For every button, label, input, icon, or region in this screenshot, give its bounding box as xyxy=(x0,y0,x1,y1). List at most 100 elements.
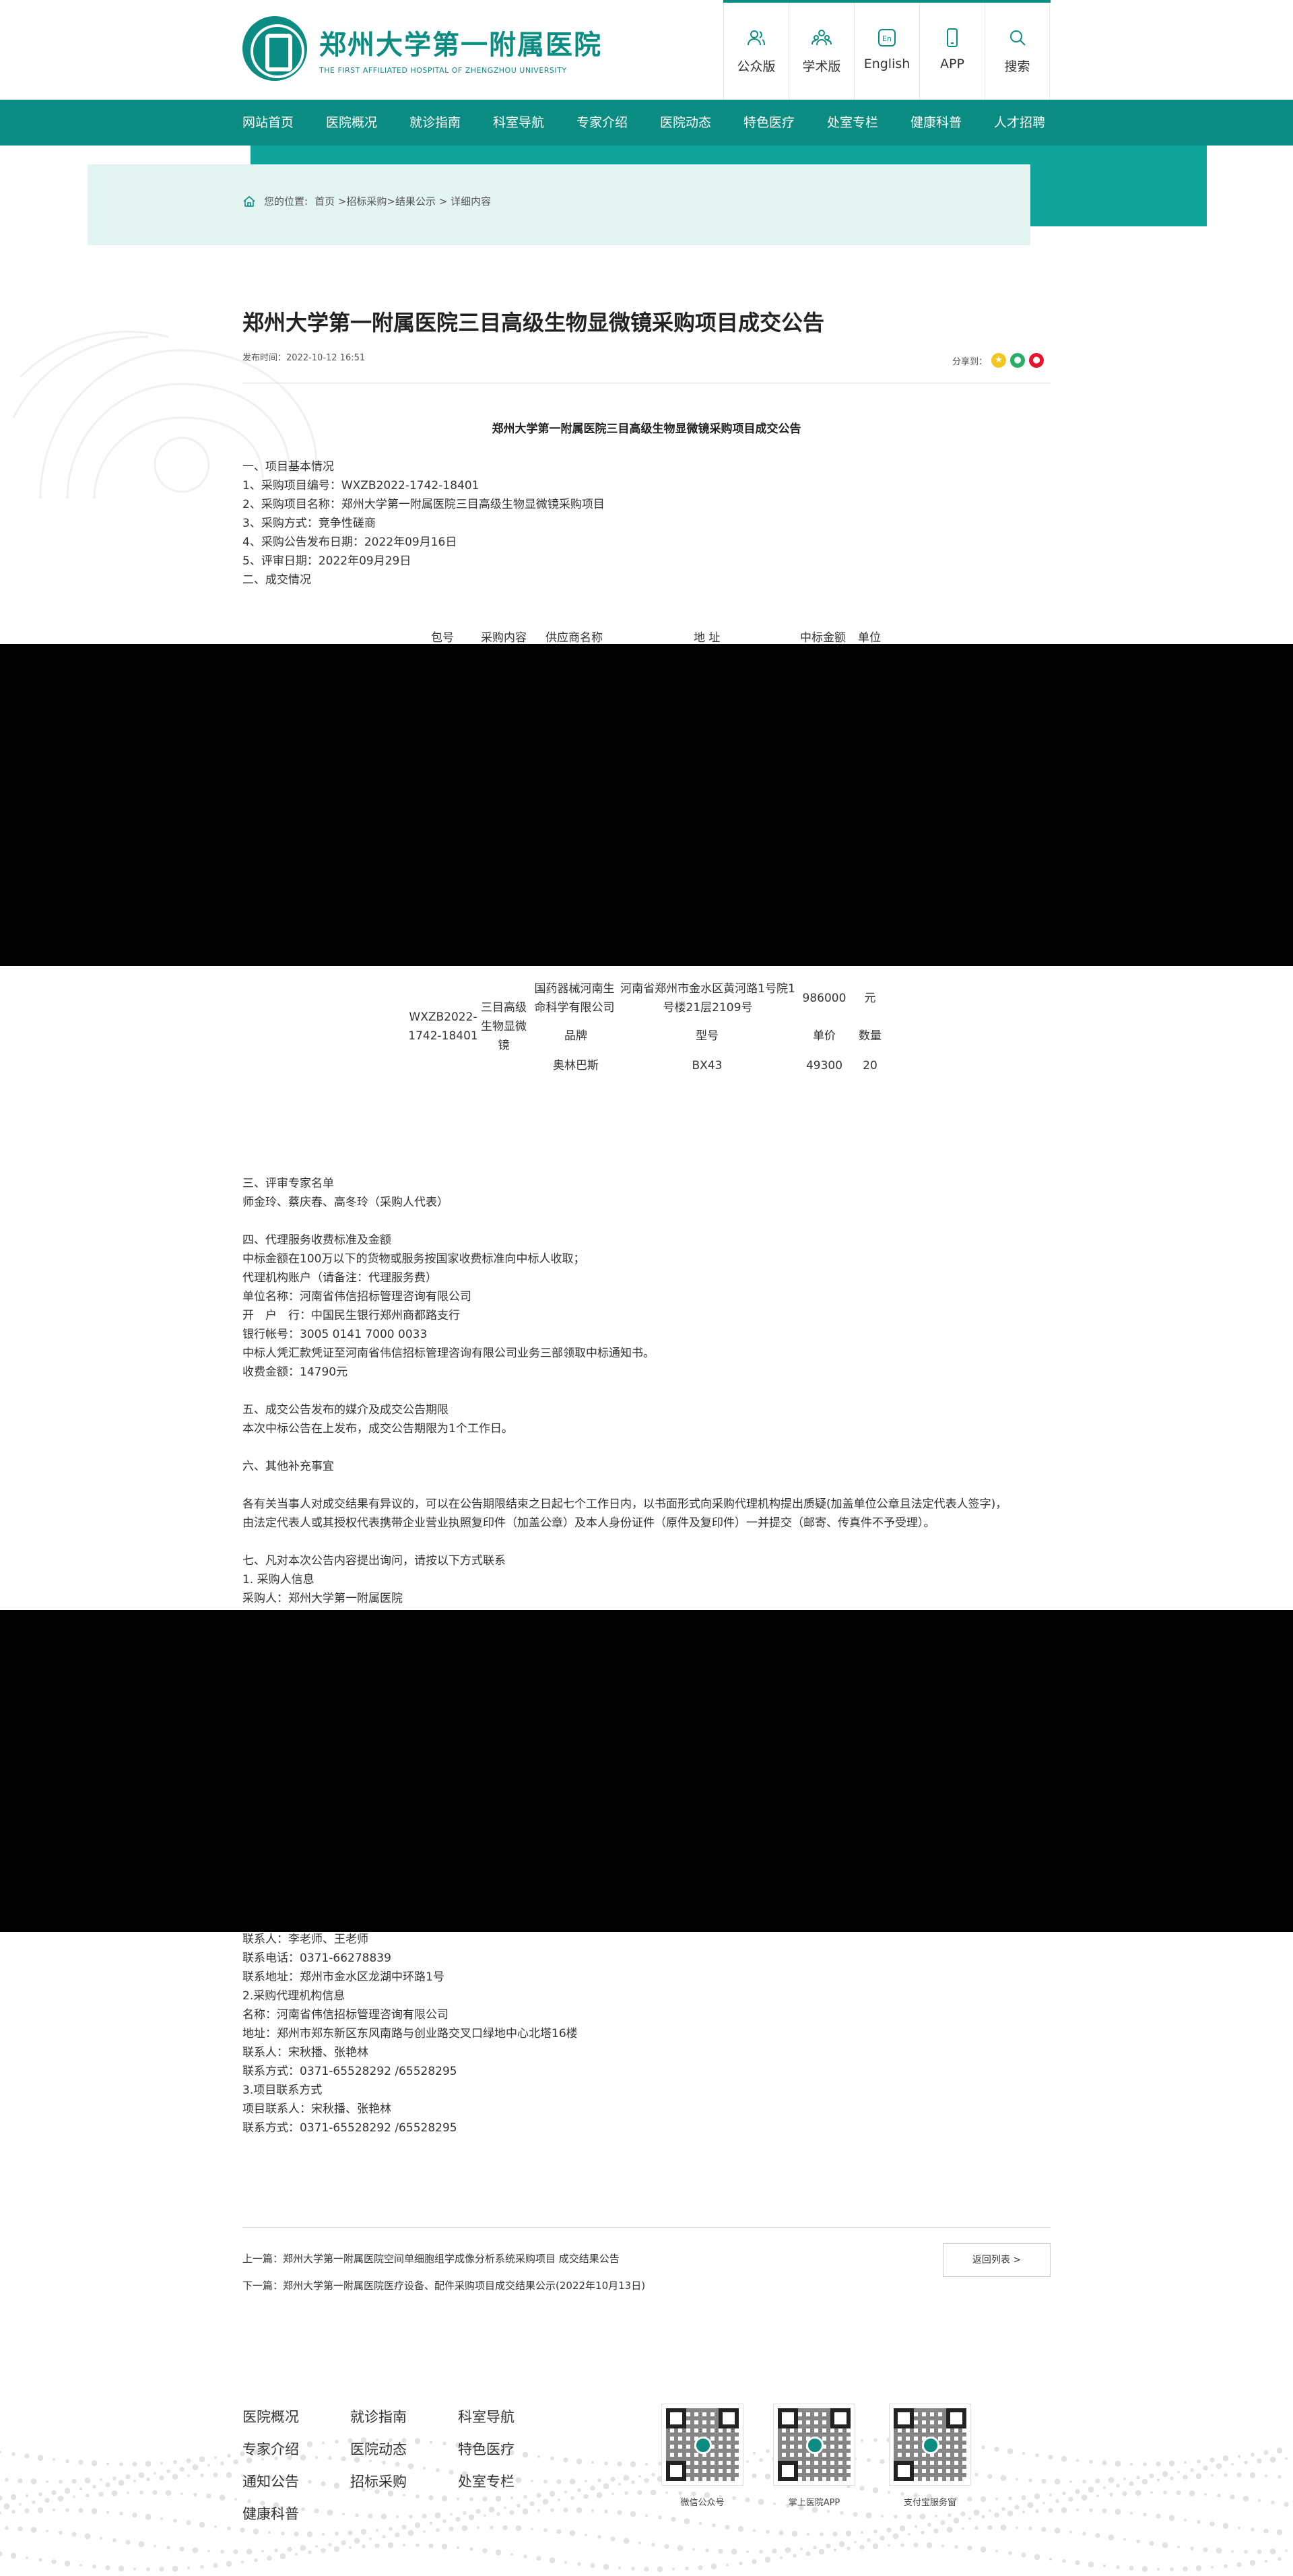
hospital-emblem-icon xyxy=(242,16,307,81)
table-subheader-brand: 品牌 xyxy=(564,1029,587,1043)
qr-label-wechat: 微信公众号 xyxy=(680,2498,725,2508)
prev-title[interactable]: 郑州大学第一附属医院空间单细胞组学成像分析系统采购项目 成交结果公告 xyxy=(283,2253,620,2265)
app-button[interactable]: APP xyxy=(919,3,985,100)
table-cell-amount: 986000 xyxy=(802,992,847,1005)
next-title[interactable]: 郑州大学第一附属医院医疗设备、配件采购项目成交结果公示(2022年10月13日) xyxy=(283,2280,645,2292)
nav-item-8[interactable]: 健康科普 xyxy=(910,100,994,146)
next-label: 下一篇： xyxy=(242,2280,284,2292)
lines-contact-line: 联系人：宋秋播、张艳林 xyxy=(242,2046,368,2059)
footer-link[interactable]: 专家介绍 xyxy=(242,2439,299,2459)
nav-item-1[interactable]: 医院概况 xyxy=(326,100,409,146)
academic-version-button[interactable]: 学术版 xyxy=(789,3,854,100)
logo-english-name: THE FIRST AFFILIATED HOSPITAL OF ZHENGZH… xyxy=(319,65,567,75)
nav-item-4[interactable]: 专家介绍 xyxy=(576,100,660,146)
lines-later-line: 采购人：郑州大学第一附属医院 xyxy=(242,1592,403,1605)
footer-link[interactable]: 医院动态 xyxy=(350,2439,407,2459)
footer-link[interactable]: 健康科普 xyxy=(242,2503,299,2523)
nav-item-7[interactable]: 处室专栏 xyxy=(827,100,910,146)
table-cell-brand: 奥林巴斯 xyxy=(553,1059,599,1072)
public-version-button[interactable]: 公众版 xyxy=(723,3,789,100)
footer-link[interactable]: 特色医疗 xyxy=(458,2439,515,2459)
site-header: 郑州大学第一附属医院 THE FIRST AFFILIATED HOSPITAL… xyxy=(0,0,1293,100)
table-cell-content: 三目高级生物显微镜 xyxy=(481,1001,527,1052)
table-cell-supplier: 国药器械河南生命科学有限公司 xyxy=(534,982,615,1015)
next-article-link[interactable]: 下一篇：郑州大学第一附属医院医疗设备、配件采购项目成交结果公示(2022年10月… xyxy=(242,2278,645,2292)
lines-basic-line: 5、评审日期：2022年09月29日 xyxy=(242,554,411,568)
qzone-star-icon[interactable]: ★ xyxy=(991,353,1007,368)
redacted-block-bottom xyxy=(0,1610,1293,1932)
lines-contact-line: 联系人：李老师、王老师 xyxy=(242,1933,368,1946)
table-header-unit: 单位 xyxy=(858,631,881,645)
table-header-address: 地 址 xyxy=(694,631,721,645)
article-heading: 郑州大学第一附属医院三目高级生物显微镜采购项目成交公告 xyxy=(492,422,801,436)
table-cell-price: 49300 xyxy=(805,1059,843,1072)
nav-item-5[interactable]: 医院动态 xyxy=(660,100,743,146)
lines-later-line: 五、成交公告发布的媒介及成交公告期限 xyxy=(242,1403,449,1417)
lines-contact-line: 联系地址：郑州市金水区龙湖中环路1号 xyxy=(242,1970,444,1984)
wechat-qr-code xyxy=(661,2404,743,2486)
app-qr-code xyxy=(773,2404,855,2486)
nav-item-2[interactable]: 就诊指南 xyxy=(409,100,493,146)
table-cell-model: BX43 xyxy=(692,1059,723,1072)
wechat-icon[interactable]: ● xyxy=(1010,353,1026,368)
table-cell-unit: 元 xyxy=(864,992,876,1005)
back-to-list-button[interactable]: 返回列表 > xyxy=(943,2243,1051,2277)
prev-article-link[interactable]: 上一篇：郑州大学第一附属医院空间单细胞组学成像分析系统采购项目 成交结果公告 xyxy=(242,2251,620,2265)
lines-later-line: 师金玲、蔡庆春、高冬玲（采购人代表） xyxy=(242,1196,449,1209)
lines-contact-line: 3.项目联系方式 xyxy=(242,2084,323,2097)
footer-link[interactable]: 处室专栏 xyxy=(458,2471,515,2491)
share-bar: 分享到： ★ ● ● xyxy=(952,353,1045,368)
logo-chinese-name: 郑州大学第一附属医院 xyxy=(319,28,602,61)
table-header-supplier: 供应商名称 xyxy=(545,631,603,645)
lines-later-line: 六、其他补充事宜 xyxy=(242,1460,334,1473)
lines-later-line: 中标人凭汇款凭证至河南省伟信招标管理咨询有限公司业务三部领取中标通知书。 xyxy=(242,1347,655,1360)
table-header-package: 包号 xyxy=(431,631,454,645)
lines-later-line: 收费金额：14790元 xyxy=(242,1365,348,1379)
lines-contact-line: 联系方式：0371-65528292 /65528295 xyxy=(242,2121,457,2135)
lines-later-line: 四、代理服务收费标准及金额 xyxy=(242,1233,391,1247)
table-cell-qty: 20 xyxy=(863,1059,877,1072)
lines-later-line: 银行帐号：3005 0141 7000 0033 xyxy=(242,1328,428,1341)
weibo-icon[interactable]: ● xyxy=(1029,353,1045,368)
table-subheader-model: 型号 xyxy=(696,1029,719,1043)
lines-later-line: 由法定代表人或其授权代表携带企业营业执照复印件（加盖公章）及本人身份证件（原件及… xyxy=(242,1516,935,1530)
lines-later-line: 1. 采购人信息 xyxy=(242,1573,314,1586)
nav-item-6[interactable]: 特色医疗 xyxy=(743,100,827,146)
footer-link[interactable]: 招标采购 xyxy=(350,2471,407,2491)
home-icon[interactable] xyxy=(242,195,256,207)
public-users-icon xyxy=(745,27,767,49)
prev-label: 上一篇： xyxy=(242,2253,284,2265)
table-header-content: 采购内容 xyxy=(481,631,527,645)
public-version-label: 公众版 xyxy=(737,59,776,74)
english-version-label: English xyxy=(863,57,910,71)
table-cell-package: WXZB2022-1742-18401 xyxy=(408,1010,478,1043)
table-header-amount: 中标金额 xyxy=(800,631,846,645)
academic-group-icon xyxy=(811,27,832,49)
svg-text:En: En xyxy=(882,34,892,43)
lines-basic-line: 3、采购方式：竞争性磋商 xyxy=(242,517,376,530)
main-navigation: 网站首页 医院概况 就诊指南 科室导航 专家介绍 医院动态 特色医疗 处室专栏 健康科普 人才招聘 xyxy=(0,100,1293,146)
breadcrumb-panel xyxy=(88,164,1030,245)
english-version-button[interactable]: En English xyxy=(854,3,919,100)
share-label: 分享到： xyxy=(952,356,988,367)
search-button[interactable]: 搜索 xyxy=(985,3,1050,100)
hospital-logo[interactable]: 郑州大学第一附属医院 THE FIRST AFFILIATED HOSPITAL… xyxy=(242,16,602,81)
footer-link[interactable]: 就诊指南 xyxy=(350,2406,407,2426)
nav-item-3[interactable]: 科室导航 xyxy=(493,100,576,146)
nav-item-0[interactable]: 网站首页 xyxy=(242,100,326,146)
footer-link[interactable]: 科室导航 xyxy=(458,2406,515,2426)
app-label: APP xyxy=(940,57,964,71)
lines-contact-line: 名称：河南省伟信招标管理咨询有限公司 xyxy=(242,2008,449,2022)
search-icon xyxy=(1007,27,1028,49)
lines-contact-line: 项目联系人：宋秋播、张艳林 xyxy=(242,2102,391,2116)
lines-basic-line: 一、项目基本情况 xyxy=(242,460,334,474)
table-subheader-price: 单价 xyxy=(813,1029,836,1043)
article-title: 郑州大学第一附属医院三目高级生物显微镜采购项目成交公告 xyxy=(242,310,825,335)
pager-divider xyxy=(242,2227,1051,2228)
footer-link[interactable]: 通知公告 xyxy=(242,2471,299,2491)
lines-later-line: 代理机构账户（请备注：代理服务费） xyxy=(242,1271,437,1285)
footer-link[interactable]: 医院概况 xyxy=(242,2406,299,2426)
nav-item-9[interactable]: 人才招聘 xyxy=(994,100,1055,146)
breadcrumb-path[interactable]: 首页 >招标采购>结果公示 > 详细内容 xyxy=(314,194,491,208)
alipay-qr-code xyxy=(889,2404,971,2486)
